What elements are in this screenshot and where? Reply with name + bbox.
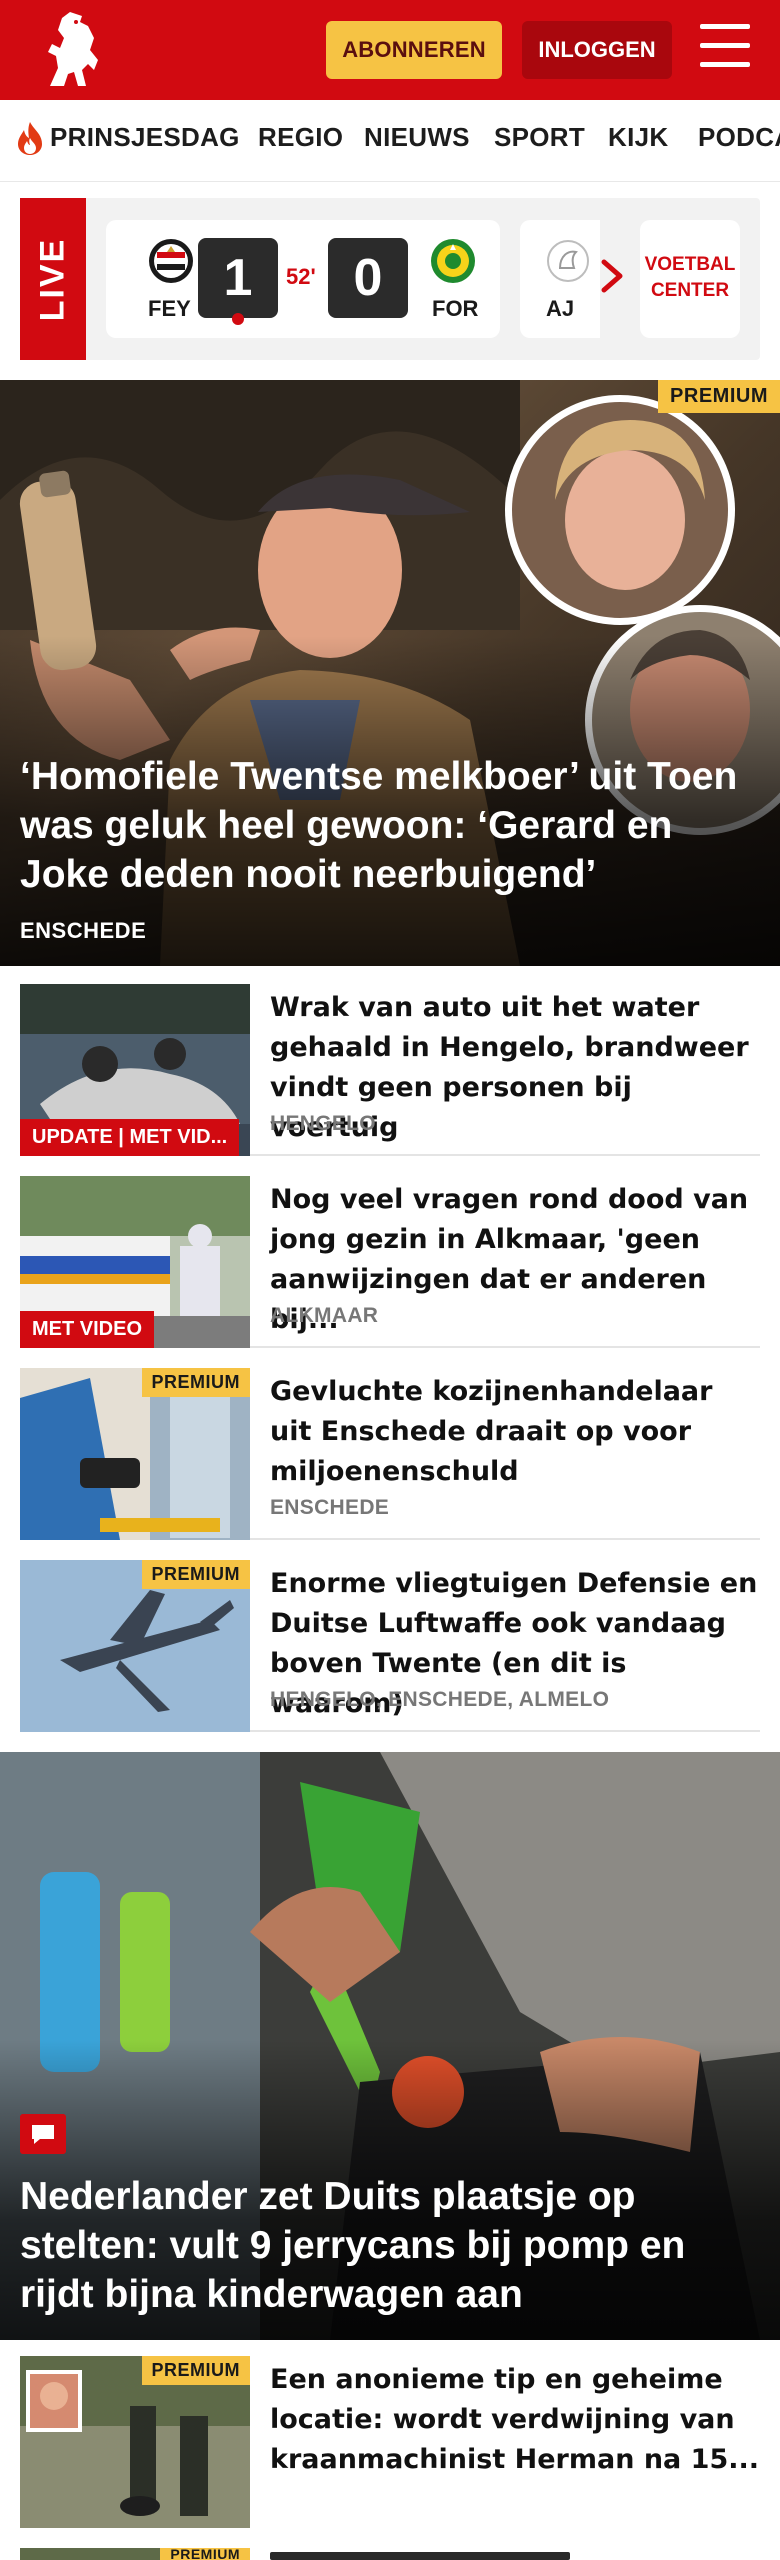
article-location: ENSCHEDE [270, 1496, 390, 1519]
next-match-card[interactable]: AJ [520, 220, 600, 338]
subscribe-button[interactable]: ABONNEREN [326, 21, 502, 79]
article-card[interactable]: UPDATE | MET VID... Wrak van auto uit he… [20, 984, 760, 1156]
voetbal-center-line1: VOETBAL [644, 254, 736, 275]
article-thumbnail: MET VIDEO [20, 1176, 250, 1348]
premium-badge: PREMIUM [141, 1560, 250, 1589]
live-tag: LIVE [20, 198, 86, 360]
article-thumbnail: PREMIUM [20, 1560, 250, 1732]
premium-badge: PREMIUM [141, 2356, 250, 2385]
comment-icon [20, 2114, 66, 2154]
premium-badge: PREMIUM [141, 1368, 250, 1397]
flame-icon [18, 122, 42, 155]
live-label: LIVE [33, 237, 72, 321]
article-thumbnail-peek: PREMIUM [20, 2548, 250, 2560]
article-location: HENGELO, ENSCHEDE, ALMELO [270, 1688, 610, 1711]
nav-item-sport[interactable]: SPORT [494, 122, 585, 153]
home-score: 1 [198, 238, 278, 318]
article-thumbnail: UPDATE | MET VID... [20, 984, 250, 1156]
menu-icon[interactable] [700, 24, 752, 72]
nav-item-regio[interactable]: REGIO [258, 122, 343, 153]
home-team-code: FEY [148, 296, 191, 321]
login-button[interactable]: INLOGGEN [522, 21, 672, 79]
article-title[interactable]: Een anonieme tip en geheime locatie: wor… [270, 2360, 760, 2480]
match-minute: 52' [286, 264, 316, 289]
featured-title[interactable]: Nederlander zet Duits plaatsje op stelte… [20, 2172, 760, 2319]
premium-badge: PREMIUM [658, 380, 780, 413]
article-title[interactable]: Gevluchte kozijnenhandelaar uit Enschede… [270, 1372, 760, 1492]
article-thumbnail: PREMIUM [20, 1368, 250, 1540]
article-title-peek [270, 2552, 570, 2560]
away-score: 0 [328, 238, 408, 318]
voetbal-center-link[interactable]: VOETBAL CENTER [640, 220, 740, 338]
article-card[interactable]: MET VIDEO Nog veel vragen rond dood van … [20, 1176, 760, 1348]
article-card[interactable]: PREMIUM Enorme vliegtuigen Defensie en D… [20, 1560, 760, 1732]
nav-item-kijk[interactable]: KIJK [608, 122, 668, 153]
next-team-code: AJ [546, 296, 575, 321]
tubantia-horse-logo-icon[interactable] [38, 8, 108, 92]
article-card[interactable]: PREMIUM Een anonieme tip en geheime loca… [20, 2356, 760, 2528]
section-nav: PRINSJESDAG REGIO NIEUWS SPORT KIJK PODC… [0, 100, 780, 182]
video-label: MET VIDEO [20, 1311, 155, 1348]
hero-location: ENSCHEDE [20, 918, 147, 943]
chevron-right-icon[interactable] [592, 254, 632, 298]
voetbal-center-line2: CENTER [650, 280, 730, 301]
article-thumbnail: PREMIUM [20, 2356, 250, 2528]
match-card[interactable]: FEY 1 52' 0 FOR [106, 220, 500, 338]
top-bar: ABONNEREN INLOGGEN [0, 0, 780, 100]
goal-dot-icon [232, 313, 244, 325]
article-card[interactable]: PREMIUM Gevluchte kozijnenhandelaar uit … [20, 1368, 760, 1540]
nav-item-prinsjesdag[interactable]: PRINSJESDAG [50, 122, 240, 153]
nav-item-nieuws[interactable]: NIEUWS [364, 122, 470, 153]
feyenoord-logo-icon [149, 239, 193, 283]
hero-title[interactable]: ‘Homofiele Twentse melkboer’ uit Toen wa… [20, 752, 760, 899]
premium-badge: PREMIUM [160, 2548, 250, 2560]
article-location: HENGELO [270, 1112, 376, 1135]
article-location: ALKMAAR [270, 1304, 379, 1327]
ajax-logo-icon [547, 240, 589, 282]
away-team-code: FOR [432, 296, 479, 321]
video-label: UPDATE | MET VID... [20, 1119, 240, 1156]
nav-item-podcast[interactable]: PODCA [698, 122, 780, 153]
fortuna-logo-icon [431, 239, 475, 283]
live-scoreboard: LIVE FEY 1 52' 0 FOR AJ VOETBAL CENTER [20, 198, 760, 360]
